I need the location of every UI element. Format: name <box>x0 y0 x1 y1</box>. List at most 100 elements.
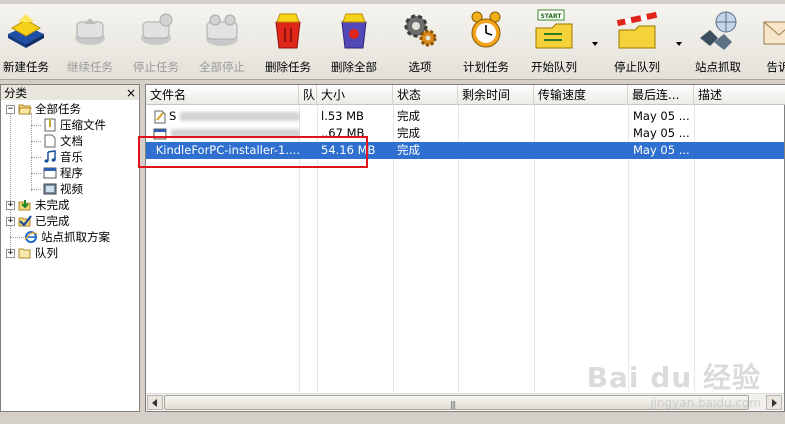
ie-icon <box>24 231 38 243</box>
filename-cell: S <box>150 108 300 125</box>
tree-item-label: 已完成 <box>35 214 70 228</box>
remaining-cell <box>459 142 533 159</box>
tree-header-title: 分类 <box>4 85 27 100</box>
speed-cell <box>535 142 627 159</box>
tree-item-music[interactable]: 音乐 <box>43 149 83 165</box>
stop-all-button[interactable]: 全部停止 <box>194 8 250 76</box>
column-header-remaining[interactable]: 剩余时间 <box>458 85 534 105</box>
stop-queue-dropdown-arrow[interactable] <box>676 42 682 46</box>
music-note-icon <box>44 150 56 163</box>
tree-item-video[interactable]: 视频 <box>43 181 83 197</box>
status-cell: 完成 <box>397 126 420 140</box>
column-header-description[interactable]: 描述 <box>694 85 784 105</box>
expand-toggle[interactable]: + <box>6 216 15 226</box>
chevron-left-icon <box>152 399 157 407</box>
site-grabber-label: 站点抓取 <box>695 60 741 74</box>
tree-item-compressed[interactable]: 压缩文件 <box>43 117 106 133</box>
tree-item-all-tasks[interactable]: − 全部任务 <box>6 101 81 117</box>
tree-item-label: 文档 <box>60 134 83 148</box>
highlight-annotation-box <box>138 136 368 168</box>
tree-item-label: 站点抓取方案 <box>41 230 110 244</box>
filename-text: S <box>168 109 177 123</box>
list-header: 文件名 队 大小 状态 剩余时间 传输速度 最后连... 描述 <box>146 85 785 105</box>
schedule-button[interactable]: 计划任务 <box>458 8 514 76</box>
new-task-button[interactable]: 新建任务 <box>0 8 52 76</box>
stop-queue-label: 停止队列 <box>614 60 660 74</box>
folder-open-icon <box>18 104 32 115</box>
watermark-main: Bai du 经验 <box>586 361 761 394</box>
scroll-right-button[interactable] <box>766 395 782 410</box>
stop-task-button[interactable]: 停止任务 <box>128 8 184 76</box>
column-header-queue[interactable]: 队 <box>299 85 317 105</box>
chevron-right-icon <box>772 399 777 407</box>
delete-all-icon <box>341 13 367 49</box>
stop-task-label: 停止任务 <box>133 60 179 74</box>
tree-line <box>31 173 41 174</box>
expand-toggle[interactable]: + <box>6 200 15 210</box>
tree-item-label: 程序 <box>60 166 83 180</box>
start-queue-dropdown-arrow[interactable] <box>592 42 598 46</box>
tell-friend-label: 告诉 <box>766 60 785 74</box>
stop-queue-icon <box>616 11 658 49</box>
start-queue-label: 开始队列 <box>531 60 577 74</box>
tree-line <box>31 157 41 158</box>
resume-task-icon <box>75 18 105 45</box>
table-row[interactable]: S l.53 MB 完成 May 05 ... <box>146 108 784 125</box>
options-label: 选项 <box>408 60 432 74</box>
stop-task-icon <box>141 13 173 45</box>
category-tree-pane: 分类 × − 全部任务 压缩文件 文档 音乐 程序 视频 + 未完成 + 已完成… <box>0 84 140 412</box>
scroll-left-button[interactable] <box>147 395 163 410</box>
watermark-sub: jingyan.baidu.com <box>650 396 761 410</box>
tree-item-label: 全部任务 <box>35 102 81 116</box>
remaining-cell <box>459 108 533 125</box>
column-header-filename[interactable]: 文件名 <box>146 85 299 105</box>
tree-item-site-grab-schemes[interactable]: 站点抓取方案 <box>24 229 110 245</box>
delete-task-button[interactable]: 删除任务 <box>260 8 316 76</box>
tree-line <box>31 189 41 190</box>
tree-line <box>10 109 11 255</box>
last-connect-cell: May 05 ... <box>633 109 690 123</box>
blurred-filename <box>180 112 300 121</box>
close-icon[interactable]: × <box>126 86 136 100</box>
resume-task-button[interactable]: 继续任务 <box>62 8 118 76</box>
document-icon <box>44 134 56 148</box>
tree-item-label: 队列 <box>35 246 58 260</box>
expand-toggle[interactable]: + <box>6 248 15 258</box>
checkmark-icon <box>18 215 32 227</box>
column-header-last-connect[interactable]: 最后连... <box>628 85 694 105</box>
tell-friend-button[interactable]: 告诉 <box>758 8 785 76</box>
resume-task-label: 继续任务 <box>67 60 113 74</box>
tree-item-label: 未完成 <box>35 198 70 212</box>
column-header-status[interactable]: 状态 <box>393 85 458 105</box>
start-badge: START <box>540 13 562 20</box>
tree-item-documents[interactable]: 文档 <box>43 133 83 149</box>
options-button[interactable]: 选项 <box>398 8 442 76</box>
site-grabber-button[interactable]: 站点抓取 <box>690 8 746 76</box>
tree-item-completed[interactable]: + 已完成 <box>6 213 70 229</box>
start-queue-icon: START <box>535 9 573 49</box>
description-cell <box>695 108 783 125</box>
scrollbar-grip: ||| <box>450 400 456 409</box>
stop-all-icon <box>206 14 238 46</box>
tree-item-unfinished[interactable]: + 未完成 <box>6 197 70 213</box>
schedule-label: 计划任务 <box>463 60 509 74</box>
column-header-size[interactable]: 大小 <box>317 85 393 105</box>
stop-queue-button[interactable]: 停止队列 <box>608 8 666 76</box>
start-queue-button[interactable]: START 开始队列 <box>526 8 582 76</box>
speed-cell <box>535 108 627 125</box>
tree-item-queue[interactable]: + 队列 <box>6 245 58 261</box>
collapse-toggle[interactable]: − <box>6 104 15 114</box>
status-cell: 完成 <box>397 109 420 123</box>
alarm-clock-icon <box>471 11 501 48</box>
tell-friend-icon <box>763 21 785 45</box>
column-header-speed[interactable]: 传输速度 <box>534 85 628 105</box>
tree-header: 分类 × <box>1 85 139 100</box>
last-connect-cell: May 05 ... <box>633 126 690 140</box>
tree-item-label: 压缩文件 <box>60 118 106 132</box>
delete-all-button[interactable]: 删除全部 <box>326 8 382 76</box>
tree-line <box>31 125 41 126</box>
new-task-icon <box>8 14 44 48</box>
delete-task-icon <box>275 13 301 49</box>
size-cell: l.53 MB <box>321 109 364 123</box>
tree-item-programs[interactable]: 程序 <box>43 165 83 181</box>
